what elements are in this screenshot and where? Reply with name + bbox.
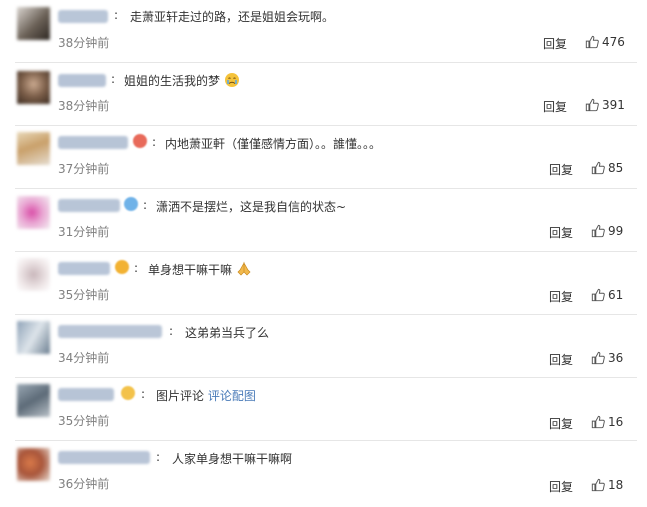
avatar[interactable] [17, 196, 50, 229]
like-count: 61 [608, 288, 624, 302]
reply-button[interactable]: 回复 [549, 351, 573, 368]
reply-button[interactable]: 回复 [549, 478, 573, 495]
thumbs-up-icon [591, 224, 605, 238]
reply-button[interactable]: 回复 [543, 35, 567, 52]
colon-separator: : [169, 324, 174, 338]
like-count: 476 [602, 35, 625, 49]
like-count: 99 [608, 224, 624, 238]
colon-separator: : [114, 8, 119, 22]
thumbs-up-icon [591, 288, 605, 302]
like-count: 16 [608, 415, 624, 429]
avatar[interactable] [17, 258, 50, 291]
comment-row: : 走萧亚轩走过的路，还是姐姐会玩啊。 38分钟前 回复 476 [0, 0, 647, 63]
comment-time: 37分钟前 [58, 162, 110, 176]
thumbs-up-icon [591, 415, 605, 429]
comment-row: : 单身想干嘛干嘛 35分钟前 回复 61 [0, 252, 647, 315]
colon-separator: : [141, 387, 146, 401]
reply-button[interactable]: 回复 [549, 288, 573, 305]
like-button[interactable]: 16 [591, 415, 623, 429]
like-button[interactable]: 391 [585, 98, 625, 112]
like-button[interactable]: 36 [591, 351, 623, 365]
reply-button[interactable]: 回复 [543, 98, 567, 115]
comment-row: : 图片评论 评论配图 35分钟前 回复 16 [0, 378, 647, 441]
comment-time: 35分钟前 [58, 288, 110, 302]
comment-row: : 内地萧亚軒（僅僅感情方面）。。誰懂。。。 37分钟前 回复 85 [0, 126, 647, 189]
username-blurred[interactable] [58, 10, 108, 23]
comment-time: 31分钟前 [58, 225, 110, 239]
comment-text: 这弟弟当兵了么 [185, 326, 270, 340]
colon-separator: : [152, 135, 157, 149]
thumbs-up-icon [591, 161, 605, 175]
colon-separator: : [143, 198, 148, 212]
username-blurred[interactable] [58, 74, 106, 87]
comment-row: : 这弟弟当兵了么 34分钟前 回复 36 [0, 315, 647, 378]
reply-button[interactable]: 回复 [549, 224, 573, 241]
avatar[interactable] [17, 384, 50, 417]
comment-time: 36分钟前 [58, 477, 110, 491]
user-badge-icon [121, 386, 135, 400]
comment-row: : 潇洒不是摆烂，这是我自信的状态~ 31分钟前 回复 99 [0, 189, 647, 252]
username-blurred[interactable] [58, 325, 162, 338]
username-blurred[interactable] [58, 388, 114, 401]
comment-time: 34分钟前 [58, 351, 110, 365]
avatar[interactable] [17, 448, 50, 481]
crying-face-icon [224, 72, 240, 91]
comment-time: 38分钟前 [58, 36, 110, 50]
praying-hands-icon [236, 261, 252, 280]
comment-text: 图片评论 评论配图 [156, 389, 256, 403]
comment-text: 人家单身想干嘛干嘛啊 [172, 452, 293, 466]
avatar[interactable] [17, 71, 50, 104]
user-badge-icon [115, 260, 129, 274]
reply-button[interactable]: 回复 [549, 161, 573, 178]
like-button[interactable]: 99 [591, 224, 623, 238]
thumbs-up-icon [591, 351, 605, 365]
comment-time: 38分钟前 [58, 99, 110, 113]
like-count: 18 [608, 478, 624, 492]
user-badge-icon [124, 197, 138, 211]
username-blurred[interactable] [58, 136, 128, 149]
like-count: 36 [608, 351, 624, 365]
comment-text: 姐姐的生活我的梦 [124, 72, 240, 91]
colon-separator: : [111, 72, 116, 86]
username-blurred[interactable] [58, 262, 110, 275]
colon-separator: : [134, 261, 139, 275]
like-button[interactable]: 85 [591, 161, 623, 175]
thumbs-up-icon [585, 35, 599, 49]
user-badge-icon [133, 134, 147, 148]
username-blurred[interactable] [58, 199, 120, 212]
avatar[interactable] [17, 321, 50, 354]
like-button[interactable]: 18 [591, 478, 623, 492]
comment-time: 35分钟前 [58, 414, 110, 428]
comment-image-link[interactable]: 评论配图 [208, 389, 256, 403]
comment-text: 潇洒不是摆烂，这是我自信的状态~ [156, 200, 347, 214]
colon-separator: : [156, 450, 161, 464]
avatar[interactable] [17, 132, 50, 165]
comment-text: 内地萧亚軒（僅僅感情方面）。。誰懂。。。 [165, 137, 382, 151]
reply-button[interactable]: 回复 [549, 415, 573, 432]
comment-text: 走萧亚轩走过的路，还是姐姐会玩啊。 [130, 10, 335, 24]
username-blurred[interactable] [58, 451, 150, 464]
comment-text: 单身想干嘛干嘛 [148, 261, 252, 280]
like-button[interactable]: 61 [591, 288, 623, 302]
thumbs-up-icon [591, 478, 605, 492]
like-count: 391 [602, 98, 625, 112]
comment-row: : 姐姐的生活我的梦 38分钟前 回复 391 [0, 63, 647, 126]
comment-row: : 人家单身想干嘛干嘛啊 36分钟前 回复 18 [0, 441, 647, 504]
avatar[interactable] [17, 7, 50, 40]
like-count: 85 [608, 161, 624, 175]
like-button[interactable]: 476 [585, 35, 625, 49]
thumbs-up-icon [585, 98, 599, 112]
